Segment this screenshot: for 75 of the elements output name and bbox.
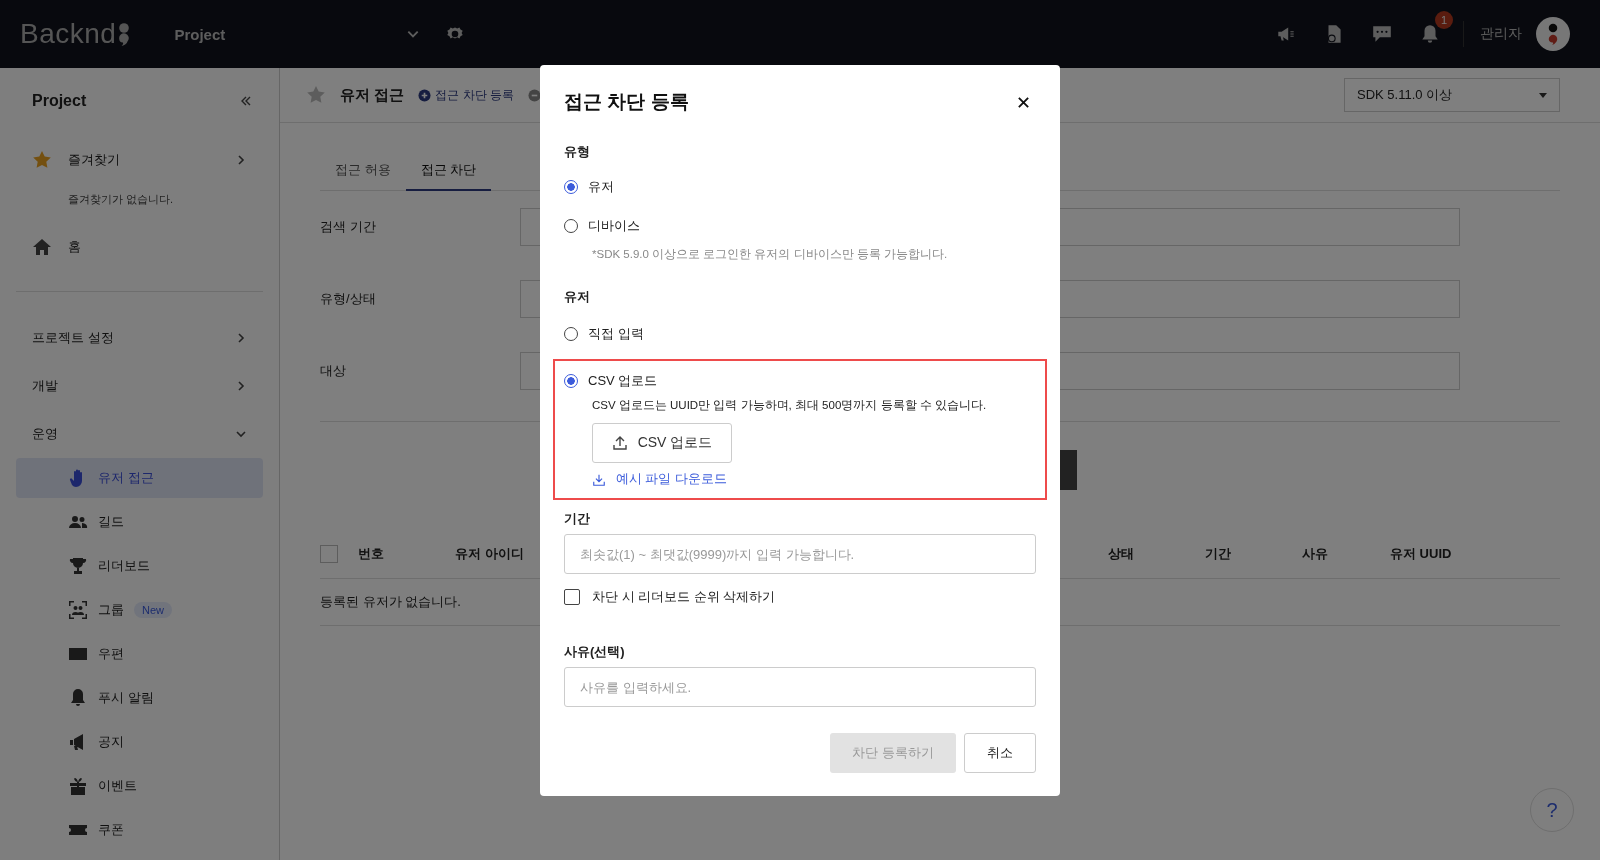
project-select[interactable]: Project xyxy=(174,25,425,43)
column-header: 사유 xyxy=(1302,545,1328,563)
help-button[interactable]: ? xyxy=(1530,788,1574,832)
sidebar-item[interactable]: 공지 xyxy=(16,722,263,762)
register-block-link[interactable]: 접근 차단 등록 xyxy=(418,86,514,104)
field-label: 유형 xyxy=(564,143,591,161)
field-label: 사유(선택) xyxy=(564,643,626,661)
trophy-icon xyxy=(68,556,88,576)
close-icon[interactable] xyxy=(1017,95,1030,109)
radio-label: CSV 업로드 xyxy=(588,371,658,390)
tab[interactable]: 접근 차단 xyxy=(405,147,492,191)
modal-title: 접근 차단 등록 xyxy=(564,90,689,114)
column-header: 기간 xyxy=(1205,545,1231,563)
radio-button[interactable] xyxy=(564,373,578,388)
chevron-right-icon xyxy=(235,154,247,166)
column-header: 상태 xyxy=(1108,545,1134,563)
select-all-checkbox[interactable] xyxy=(320,545,338,563)
sidebar-section[interactable]: 운영 xyxy=(16,410,263,458)
empty-note: 즐겨찾기가 없습니다. xyxy=(67,192,175,207)
checkbox[interactable] xyxy=(564,589,580,605)
collapse-icon[interactable] xyxy=(239,94,253,108)
minus-circle-icon[interactable] xyxy=(527,88,541,102)
home-icon xyxy=(32,237,52,257)
new-badge: New xyxy=(134,602,172,618)
home-item[interactable]: 홈 xyxy=(16,227,263,267)
notification-badge: 1 xyxy=(1435,11,1453,29)
group-icon xyxy=(68,600,88,620)
column-header: 유저 아이디 xyxy=(455,545,524,563)
column-header: 번호 xyxy=(358,545,384,563)
cancel-button[interactable]: 취소 xyxy=(964,733,1036,773)
gift-icon xyxy=(68,776,88,796)
sample-download-link[interactable]: 예시 파일 다운로드 xyxy=(616,471,727,488)
radio-label: 유저 xyxy=(588,177,614,196)
logo[interactable]: Backnd xyxy=(20,18,131,50)
user-name[interactable]: 관리자 xyxy=(1480,25,1522,43)
reason-input[interactable]: 사유를 입력하세요. xyxy=(564,667,1036,707)
sdk-select[interactable]: SDK 5.11.0 이상 xyxy=(1344,78,1560,112)
sidebar-item[interactable]: 그룹 New xyxy=(16,590,263,630)
filter-label: 대상 xyxy=(320,362,347,380)
filter-label: 검색 기간 xyxy=(320,218,377,236)
bell-icon xyxy=(68,688,88,708)
period-input[interactable]: 최솟값(1) ~ 최댓값(9999)까지 입력 가능합니다. xyxy=(564,534,1036,574)
star-icon[interactable] xyxy=(306,85,326,105)
caret-icon xyxy=(1539,92,1547,98)
sidebar-item[interactable]: 쿠폰 xyxy=(16,810,263,850)
sidebar-item[interactable]: 유저 접근 xyxy=(16,458,263,498)
tab[interactable]: 접근 허용 xyxy=(320,147,406,191)
avatar-icon[interactable] xyxy=(1536,17,1570,51)
sidebar-item[interactable]: 푸시 알림 xyxy=(16,678,263,718)
field-label: 유저 xyxy=(564,288,591,306)
favorites-item[interactable]: 즐겨찾기 xyxy=(16,140,263,180)
sidebar-item[interactable]: 리더보드 xyxy=(16,546,263,586)
sidebar-item[interactable]: 우편 xyxy=(16,634,263,674)
sidebar-item[interactable]: 길드 xyxy=(16,502,263,542)
page-title: 유저 접근 xyxy=(340,85,405,105)
plus-circle-icon xyxy=(418,88,432,102)
chat-icon[interactable] xyxy=(1371,23,1393,45)
sidebar-item[interactable]: 이벤트 xyxy=(16,766,263,806)
download-icon xyxy=(592,472,606,487)
csv-description: CSV 업로드는 UUID만 입력 가능하며, 최대 500명까지 등록할 수 있습니다. xyxy=(591,398,988,413)
checkbox-label: 차단 시 리더보드 순위 삭제하기 xyxy=(592,588,776,606)
hint-text: *SDK 5.9.0 이상으로 로그인한 유저의 디바이스만 등록 가능합니다. xyxy=(591,247,949,262)
csv-upload-button[interactable]: CSV 업로드 xyxy=(592,423,732,463)
sidebar-title: Project xyxy=(32,92,87,110)
star-icon xyxy=(32,150,52,170)
radio-button[interactable] xyxy=(564,179,578,194)
radio-label: 디바이스 xyxy=(588,216,640,235)
sidebar-section[interactable]: 프로젝트 설정 xyxy=(16,314,263,362)
radio-label: 직접 입력 xyxy=(588,324,644,343)
column-header: 유저 UUID xyxy=(1390,545,1452,563)
sidebar-section[interactable]: 개발 xyxy=(16,362,263,410)
bell-icon[interactable] xyxy=(1419,23,1441,45)
filter-label: 유형/상태 xyxy=(320,290,377,308)
upload-icon xyxy=(611,435,628,451)
field-label: 기간 xyxy=(564,510,591,528)
